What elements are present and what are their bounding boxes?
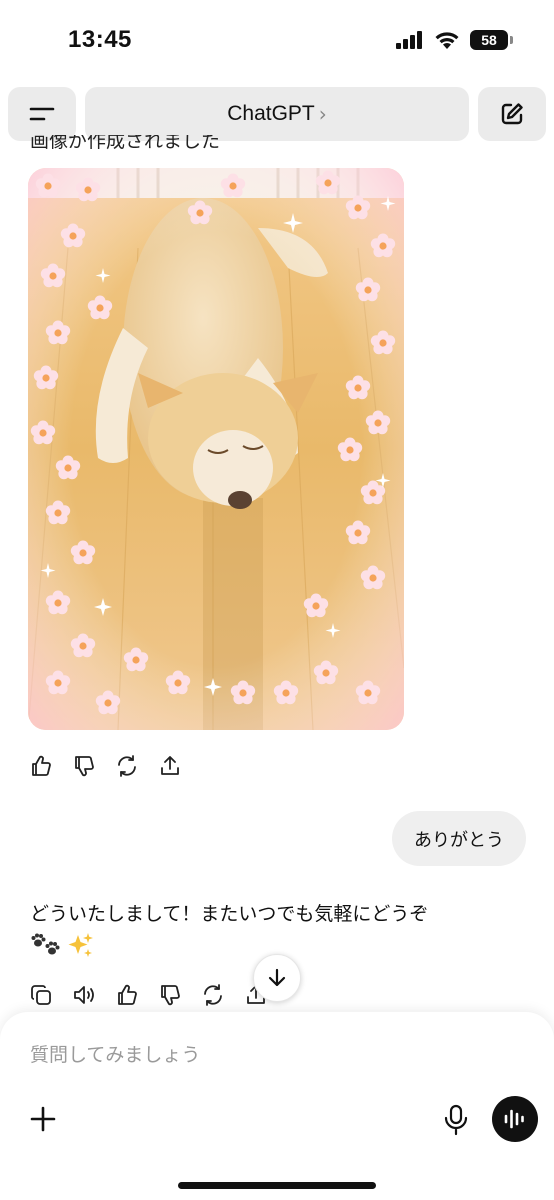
voice-mode-button[interactable] <box>492 1096 538 1142</box>
regenerate-icon[interactable] <box>115 754 139 778</box>
thumbs-up-icon[interactable] <box>29 754 53 778</box>
user-message-bubble: ありがとう <box>392 811 526 866</box>
signal-icon <box>396 31 422 49</box>
assistant-message-text: どういたしまして！またいつでも気軽にどうぞ <box>30 903 429 925</box>
plus-icon[interactable] <box>28 1104 58 1134</box>
status-time: 13:45 <box>68 26 132 53</box>
microphone-icon[interactable] <box>442 1104 470 1136</box>
dog-illustration <box>28 168 404 730</box>
thumbs-down-icon[interactable] <box>158 983 182 1007</box>
message-input[interactable]: 質問してみましょう <box>30 1040 200 1067</box>
thumbs-down-icon[interactable] <box>72 754 96 778</box>
page-title: ChatGPT <box>227 102 315 125</box>
read-aloud-icon[interactable] <box>72 983 96 1007</box>
compose-icon <box>501 103 523 125</box>
home-indicator <box>178 1182 376 1189</box>
sparkles-emoji <box>68 933 93 957</box>
share-icon[interactable] <box>158 754 182 778</box>
model-selector-button[interactable]: ChatGPT › <box>85 87 469 141</box>
header: ChatGPT › <box>0 87 554 141</box>
new-chat-button[interactable] <box>478 87 546 141</box>
message-action-bar <box>29 983 287 1007</box>
wifi-icon <box>435 31 459 49</box>
thumbs-up-icon[interactable] <box>115 983 139 1007</box>
assistant-message: どういたしまして！またいつでも気軽にどうぞ <box>30 900 510 959</box>
chevron-right-icon: › <box>318 102 327 126</box>
status-icons: 58 <box>396 30 513 50</box>
battery-icon: 58 <box>470 30 513 50</box>
image-action-bar <box>29 754 201 778</box>
menu-button[interactable] <box>8 87 76 141</box>
regenerate-icon[interactable] <box>201 983 225 1007</box>
scroll-to-bottom-button[interactable] <box>253 954 301 1002</box>
arrow-down-icon <box>268 968 286 987</box>
copy-icon[interactable] <box>29 983 53 1007</box>
voice-mode-icon <box>504 1109 524 1129</box>
status-bar: 13:45 58 <box>0 0 554 80</box>
battery-level: 58 <box>481 32 497 48</box>
generated-image[interactable] <box>28 168 404 730</box>
paw-prints-emoji <box>31 933 60 955</box>
menu-icon <box>29 107 55 121</box>
